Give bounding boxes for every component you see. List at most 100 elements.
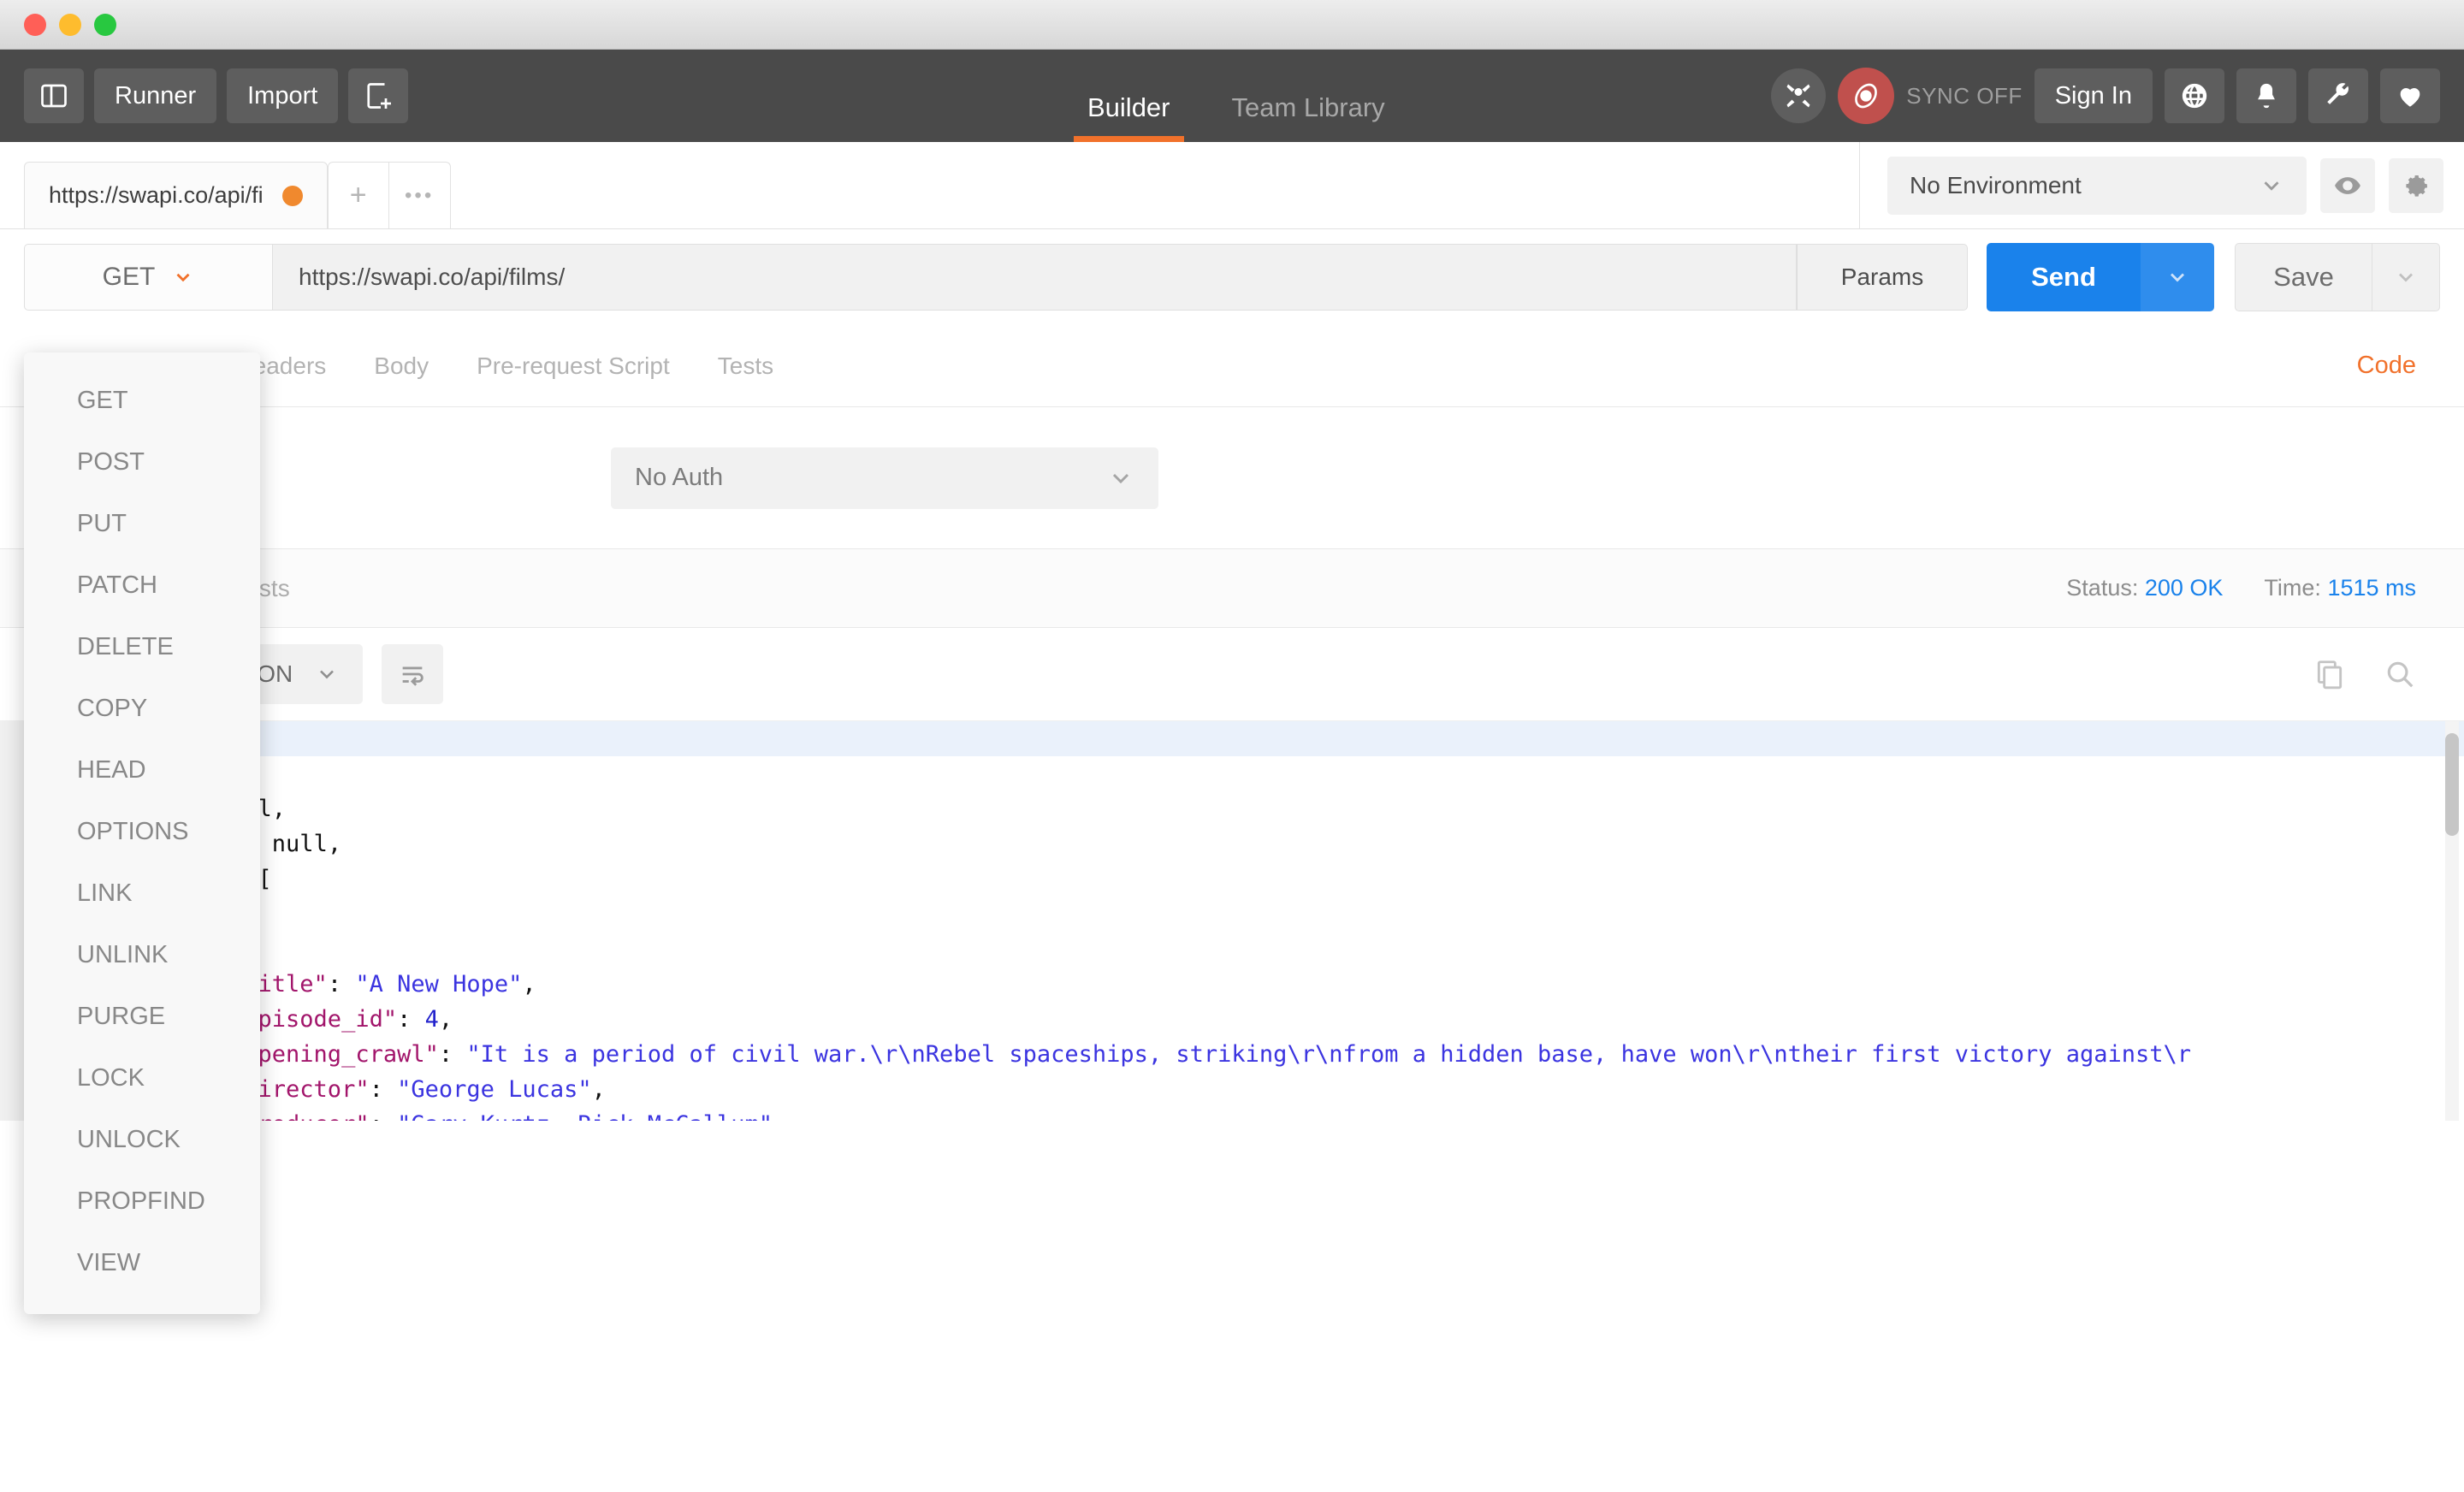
- params-label: Params: [1840, 263, 1924, 290]
- method-option-options[interactable]: OPTIONS: [24, 801, 260, 862]
- send-button[interactable]: Send: [1987, 243, 2141, 311]
- method-option-head[interactable]: HEAD: [24, 739, 260, 801]
- method-option-delete[interactable]: DELETE: [24, 616, 260, 678]
- zoom-window-button[interactable]: [94, 13, 116, 36]
- bell-icon: [2252, 81, 2281, 110]
- sign-in-button[interactable]: Sign In: [2034, 68, 2153, 123]
- import-button[interactable]: Import: [227, 68, 339, 123]
- nav-tab-builder[interactable]: Builder: [1057, 92, 1201, 142]
- time-value: 1515 ms: [2327, 575, 2416, 601]
- method-option-put[interactable]: PUT: [24, 493, 260, 554]
- code-line: "opening_crawl": "It is a period of civi…: [175, 1041, 2192, 1068]
- response-view-toolbar: Preview JSON: [0, 628, 2464, 720]
- method-option-unlock[interactable]: UNLOCK: [24, 1109, 260, 1170]
- sidebar-toggle-button[interactable]: [24, 68, 84, 123]
- method-option-view[interactable]: VIEW: [24, 1232, 260, 1294]
- code-line: ": null,: [166, 791, 2464, 826]
- chevron-down-icon: [315, 662, 339, 686]
- save-button-group: Save: [2235, 243, 2440, 311]
- interceptor-icon: [1783, 80, 1814, 111]
- word-wrap-button[interactable]: [382, 644, 444, 704]
- response-stats: Status: 200 OK Time: 1515 ms: [2066, 575, 2416, 601]
- response-scroll-thumb[interactable]: [2445, 733, 2459, 836]
- request-tab[interactable]: https://swapi.co/api/fi: [24, 162, 328, 228]
- runner-button[interactable]: Runner: [94, 68, 217, 123]
- request-tab-strip: https://swapi.co/api/fi + ••• No Environ…: [0, 142, 2464, 229]
- method-option-propfind[interactable]: PROPFIND: [24, 1170, 260, 1232]
- response-utility-icons: [2313, 658, 2416, 690]
- method-option-post[interactable]: POST: [24, 431, 260, 493]
- method-option-purge[interactable]: PURGE: [24, 986, 260, 1047]
- method-option-lock[interactable]: LOCK: [24, 1047, 260, 1109]
- code-line: "producer": "Gary Kurtz, Rick McCallum",: [166, 1107, 2464, 1121]
- new-window-button[interactable]: [348, 68, 409, 123]
- eye-icon: [2333, 171, 2362, 200]
- method-option-link[interactable]: LINK: [24, 862, 260, 924]
- tab-body[interactable]: Body: [350, 325, 453, 407]
- minimize-window-button[interactable]: [59, 13, 81, 36]
- authorization-panel: No Auth: [0, 407, 2464, 549]
- nav-tab-builder-label: Builder: [1087, 92, 1170, 122]
- code-link[interactable]: Code: [2357, 352, 2416, 380]
- interceptor-button[interactable]: [1771, 68, 1827, 123]
- plus-icon: +: [349, 179, 367, 211]
- time-stat: Time: 1515 ms: [2264, 575, 2416, 601]
- globe-button[interactable]: [2165, 68, 2224, 123]
- manage-environments-button[interactable]: [2389, 158, 2443, 213]
- save-label: Save: [2273, 262, 2334, 292]
- params-button[interactable]: Params: [1797, 244, 1968, 311]
- nav-tab-team-library[interactable]: Team Library: [1201, 92, 1416, 142]
- sync-status-group[interactable]: SYNC OFF: [1838, 68, 2022, 124]
- header-nav-tabs: Builder Team Library: [1057, 50, 1416, 142]
- auth-type-selector[interactable]: No Auth: [611, 447, 1158, 509]
- tab-pre-request-script[interactable]: Pre-request Script: [453, 325, 694, 407]
- tab-tests[interactable]: Tests: [694, 325, 797, 407]
- http-method-dropdown[interactable]: GET POST PUT PATCH DELETE COPY HEAD OPTIONS LINK…: [24, 352, 260, 1314]
- code-line: "director": "George Lucas",: [175, 1076, 606, 1103]
- add-request-tab-button[interactable]: +: [327, 162, 389, 228]
- method-option-patch[interactable]: PATCH: [24, 554, 260, 616]
- favorites-button[interactable]: [2380, 68, 2440, 123]
- time-label: Time:: [2264, 575, 2321, 601]
- tab-pre-request-script-label: Pre-request Script: [477, 352, 670, 379]
- ellipsis-icon: •••: [405, 183, 435, 207]
- code-line: ious": null,: [175, 831, 342, 857]
- postman-app-window: Runner Import Builder Team Library SYNC …: [0, 0, 2464, 1492]
- environment-zone: No Environment: [1859, 142, 2464, 229]
- http-method-selector[interactable]: GET: [24, 244, 272, 311]
- close-window-button[interactable]: [24, 13, 46, 36]
- copy-response-button[interactable]: [2313, 658, 2346, 690]
- environment-selector[interactable]: No Environment: [1887, 157, 2307, 215]
- heart-icon: [2396, 81, 2425, 110]
- sidebar-toggle-icon: [38, 80, 69, 111]
- code-line: [166, 721, 2464, 756]
- request-url-input[interactable]: https://swapi.co/api/films/: [272, 244, 1797, 311]
- auth-type-value: No Auth: [635, 464, 724, 491]
- code-link-label: Code: [2356, 352, 2416, 379]
- sync-icon: [1849, 79, 1883, 113]
- settings-wrench-button[interactable]: [2308, 68, 2368, 123]
- tab-overflow-button[interactable]: •••: [388, 162, 451, 228]
- method-option-unlink[interactable]: UNLINK: [24, 924, 260, 986]
- wrench-icon: [2324, 81, 2353, 110]
- environment-quicklook-button[interactable]: [2320, 158, 2375, 213]
- save-button[interactable]: Save: [2235, 243, 2372, 311]
- http-method-label: GET: [102, 263, 156, 291]
- response-section-tabs: Headers (11) Tests Status: 200 OK Time: …: [0, 549, 2464, 628]
- environment-value: No Environment: [1910, 172, 2082, 198]
- import-label: Import: [247, 81, 318, 110]
- method-option-copy[interactable]: COPY: [24, 678, 260, 739]
- send-options-button[interactable]: [2141, 243, 2214, 311]
- tab-tests-label: Tests: [717, 352, 774, 379]
- save-options-button[interactable]: [2372, 243, 2440, 311]
- chevron-down-icon: [2394, 265, 2418, 289]
- response-body-viewer: 16171819202122 t": 7,": null,ious": null…: [0, 720, 2464, 1121]
- tab-body-label: Body: [374, 352, 429, 379]
- method-option-get[interactable]: GET: [24, 370, 260, 431]
- response-body-code[interactable]: t": 7,": null, ious": null, lts": [ "title…: [166, 721, 2464, 1121]
- notifications-button[interactable]: [2236, 68, 2296, 123]
- sync-badge[interactable]: [1838, 68, 1895, 124]
- search-response-button[interactable]: [2384, 658, 2416, 690]
